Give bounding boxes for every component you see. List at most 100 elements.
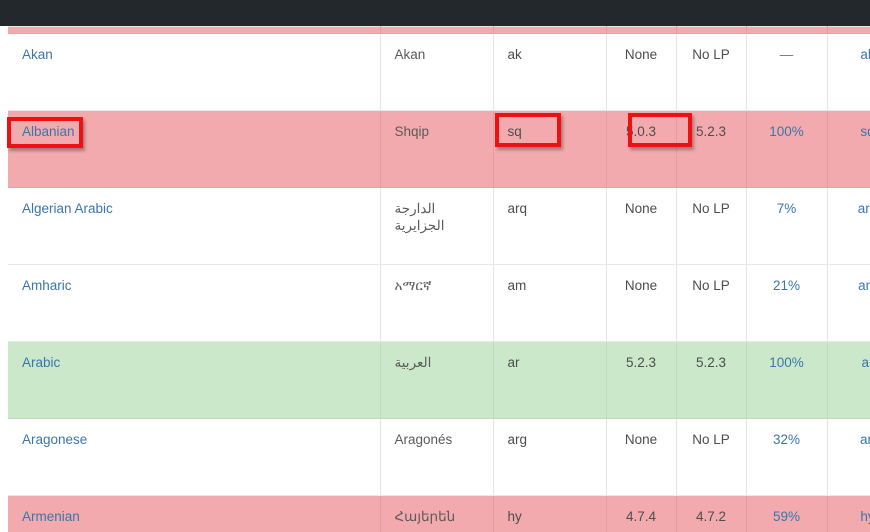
cell-language-pack-version: No LP (676, 33, 747, 111)
screenshot-viewport: AkanAkanakNoneNo LP—akView Team PageAlba… (0, 0, 870, 532)
team-code-link[interactable]: sq (860, 124, 870, 139)
native-name-text: Akan (394, 47, 426, 62)
cell-language-pack-version: No LP (676, 264, 747, 342)
cell-team-code: ar (827, 341, 870, 419)
cell-native-name: Հայերեն (380, 495, 494, 532)
team-code-link[interactable]: arq (858, 201, 870, 216)
native-name-text: Shqip (394, 124, 430, 139)
table-row: AmharicአማርኛamNoneNo LP21%amView Team Pag… (8, 264, 870, 342)
language-code-text: ak (507, 47, 522, 62)
cell-translated-percent: 21% (746, 264, 828, 342)
cell-translated-percent: 7% (746, 187, 828, 265)
native-name-text: Հայերեն (394, 509, 456, 524)
table-cell (676, 26, 747, 34)
translated-percent-link[interactable]: 100% (769, 124, 804, 139)
language-link[interactable]: Akan (22, 47, 53, 62)
language-link[interactable]: Albanian (22, 124, 75, 139)
version-text: 5.0.3 (625, 124, 657, 139)
cell-translated-percent: 32% (746, 418, 828, 496)
cell-language: Akan (8, 33, 381, 111)
cell-native-name: Akan (380, 33, 494, 111)
cell-native-name: Aragonés (380, 418, 494, 496)
language-pack-version-text: No LP (692, 47, 730, 62)
language-pack-version-text: No LP (692, 432, 730, 447)
language-link[interactable]: Arabic (22, 355, 60, 370)
cell-language-pack-version: 5.2.3 (676, 110, 747, 188)
cell-team-code: ak (827, 33, 870, 111)
version-text: None (624, 432, 658, 447)
table-cell (380, 26, 494, 34)
cell-language-code: sq (493, 110, 607, 188)
cell-team-code: sq (827, 110, 870, 188)
cell-version: None (606, 418, 677, 496)
cell-language: Aragonese (8, 418, 381, 496)
translated-percent-link[interactable]: 100% (769, 355, 804, 370)
cell-version: 4.7.4 (606, 495, 677, 532)
translated-percent-link[interactable]: 21% (773, 278, 800, 293)
team-code-link[interactable]: am (858, 278, 870, 293)
cell-version: 5.0.3 (606, 110, 677, 188)
language-code-text: hy (507, 509, 522, 524)
native-name-text: Aragonés (394, 432, 453, 447)
cell-language: Arabic (8, 341, 381, 419)
language-code-text: am (507, 278, 527, 293)
table-row: Algerian Arabic الدارجة الجزايرية arq None N… (8, 187, 870, 265)
language-link[interactable]: Algerian Arabic (22, 201, 113, 216)
language-pack-version-text: 5.2.3 (695, 124, 727, 139)
translated-percent-link[interactable]: 59% (773, 509, 800, 524)
team-code-link[interactable]: ak (860, 47, 870, 62)
table-cell (606, 26, 677, 34)
cell-version: None (606, 187, 677, 265)
cell-language-code: ak (493, 33, 607, 111)
table-row: Arabicالعربيةar5.2.35.2.3100%arView Team… (8, 341, 870, 419)
cell-language-pack-version: 4.7.2 (676, 495, 747, 532)
version-text: None (624, 278, 658, 293)
cell-language: Albanian (8, 110, 381, 188)
cell-team-code: hy (827, 495, 870, 532)
cell-native-name: الدارجة الجزايرية (380, 187, 494, 265)
table-row: AlbanianShqipsq5.0.35.2.3100%sqView Team… (8, 110, 870, 188)
table-cell (8, 26, 381, 34)
table-row: AragoneseAragonésargNoneNo LP32%anView T… (8, 418, 870, 496)
language-code-text: arq (507, 201, 528, 216)
language-table-container: AkanAkanakNoneNo LP—akView Team PageAlba… (8, 26, 870, 532)
table-cell (746, 26, 828, 34)
language-pack-version-text: 5.2.3 (695, 355, 727, 370)
admin-bar[interactable] (0, 0, 870, 26)
cell-team-code: arq (827, 187, 870, 265)
language-pack-version-text: No LP (692, 201, 730, 216)
cell-native-name: Shqip (380, 110, 494, 188)
native-name-text: الدارجة الجزايرية (394, 201, 445, 233)
version-text: 4.7.4 (625, 509, 657, 524)
native-name-text: አማርኛ (394, 278, 432, 293)
language-link[interactable]: Aragonese (22, 432, 87, 447)
cell-native-name: አማርኛ (380, 264, 494, 342)
translated-percent-link[interactable]: 7% (777, 201, 797, 216)
cell-team-code: am (827, 264, 870, 342)
cell-translated-percent: 100% (746, 341, 828, 419)
team-code-link[interactable]: hy (860, 509, 870, 524)
language-link[interactable]: Amharic (22, 278, 72, 293)
team-code-link[interactable]: an (860, 432, 870, 447)
cell-language-pack-version: 5.2.3 (676, 341, 747, 419)
cell-language-pack-version: No LP (676, 187, 747, 265)
language-code-text: ar (507, 355, 520, 370)
version-text: 5.2.3 (625, 355, 657, 370)
language-table: AkanAkanakNoneNo LP—akView Team PageAlba… (8, 26, 870, 532)
language-code-text: arg (507, 432, 528, 447)
cell-language-code: arg (493, 418, 607, 496)
cell-language: Algerian Arabic (8, 187, 381, 265)
cell-language-code: am (493, 264, 607, 342)
version-text: None (624, 201, 658, 216)
language-pack-version-text: 4.7.2 (695, 509, 727, 524)
language-link[interactable]: Armenian (22, 509, 80, 524)
translated-percent-link[interactable]: 32% (773, 432, 800, 447)
team-code-link[interactable]: ar (861, 355, 870, 370)
cell-language-code: arq (493, 187, 607, 265)
language-table-body: AkanAkanakNoneNo LP—akView Team PageAlba… (8, 26, 870, 532)
language-code-text: sq (507, 124, 522, 139)
cell-version: 5.2.3 (606, 341, 677, 419)
cell-translated-percent: 100% (746, 110, 828, 188)
cell-version: None (606, 264, 677, 342)
table-cell (493, 26, 607, 34)
